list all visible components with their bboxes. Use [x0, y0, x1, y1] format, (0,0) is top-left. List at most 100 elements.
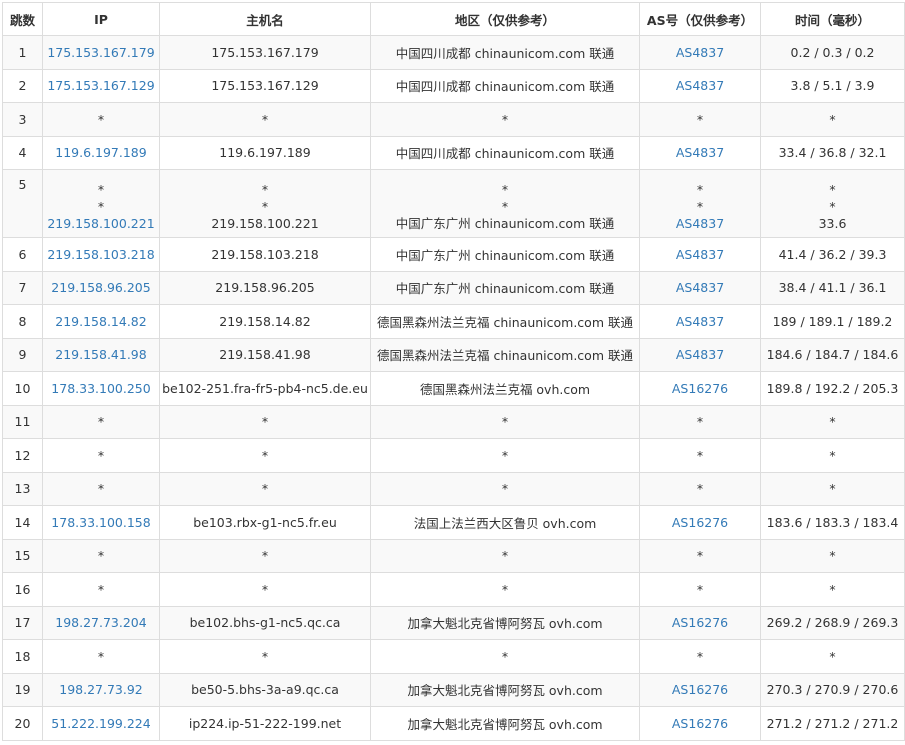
region-text: 德国黑森州法兰克福 chinaunicom.com 联通: [377, 314, 633, 330]
region-text: 中国四川成都 chinaunicom.com 联通: [395, 45, 615, 61]
region-cell: *: [370, 572, 640, 607]
header-as-number: AS号（仅供参考）: [639, 2, 761, 36]
ip-link[interactable]: 219.158.96.205: [51, 280, 150, 295]
as-number-cell: AS4837: [639, 35, 761, 70]
as-number-cell: AS16276: [639, 371, 761, 406]
as-number-cell: AS4837: [639, 270, 761, 305]
hostname-cell: ip224.ip-51-222-199.net: [159, 706, 371, 741]
ip-cell: *: [42, 471, 160, 506]
hostname-text: *: [261, 447, 269, 463]
header-time: 时间（毫秒）: [760, 2, 905, 36]
region-cell: *: [370, 438, 640, 473]
ip-cell: * * 219.158.100.221: [42, 169, 160, 238]
region-text: *: [501, 548, 509, 564]
as-number-cell: AS16276: [639, 505, 761, 540]
as-number-link[interactable]: AS16276: [672, 515, 728, 530]
hop-cell: 18: [2, 639, 43, 674]
hostname-text: *: [261, 648, 269, 664]
time-text: *: [829, 548, 836, 564]
as-number-link[interactable]: AS4837: [676, 314, 724, 329]
ip-link[interactable]: 198.27.73.204: [55, 615, 146, 630]
region-cell: *: [370, 538, 640, 573]
header-ip: IP: [42, 2, 160, 36]
region-text: *: [501, 199, 509, 214]
ip-cell: 178.33.100.158: [42, 505, 160, 540]
ip-link[interactable]: 219.158.14.82: [55, 314, 146, 329]
hop-cell: 17: [2, 605, 43, 640]
ip-link[interactable]: 178.33.100.250: [51, 381, 150, 396]
time-text: *: [829, 581, 836, 597]
as-number-link[interactable]: AS4837: [676, 280, 724, 295]
as-number-text: *: [696, 414, 704, 430]
ip-link[interactable]: 175.153.167.129: [47, 78, 154, 93]
ip-link[interactable]: 219.158.41.98: [55, 347, 146, 362]
header-region: 地区（仅供参考）: [370, 2, 640, 36]
time-cell: 41.4 / 36.2 / 39.3: [760, 237, 905, 272]
ip-link[interactable]: 175.153.167.179: [47, 45, 154, 60]
region-text: *: [501, 581, 509, 597]
as-number-text: *: [696, 182, 704, 197]
time-cell: *: [760, 471, 905, 506]
time-text: 38.4 / 41.1 / 36.1: [778, 280, 887, 296]
as-number-cell: AS16276: [639, 706, 761, 741]
ip-cell: 198.27.73.92: [42, 672, 160, 707]
time-cell: 189.8 / 192.2 / 205.3: [760, 371, 905, 406]
time-text: 189.8 / 192.2 / 205.3: [766, 380, 899, 396]
hostname-text: be50-5.bhs-3a-a9.qc.ca: [191, 682, 339, 698]
as-number-link[interactable]: AS4837: [641, 215, 760, 232]
ip-cell: 219.158.41.98: [42, 337, 160, 372]
time-text: *: [829, 111, 836, 127]
region-text: 中国四川成都 chinaunicom.com 联通: [395, 146, 615, 162]
ip-link[interactable]: 119.6.197.189: [55, 145, 146, 160]
hostname-text: ip224.ip-51-222-199.net: [188, 715, 342, 731]
as-number-link[interactable]: AS4837: [676, 347, 724, 362]
time-cell: 271.2 / 271.2 / 271.2: [760, 706, 905, 741]
as-number-cell: AS4837: [639, 68, 761, 103]
as-number-cell: *: [639, 471, 761, 506]
as-number-link[interactable]: AS16276: [672, 615, 728, 630]
as-number-cell: *: [639, 404, 761, 439]
ip-link[interactable]: 51.222.199.224: [51, 716, 150, 731]
table-row: 1 175.153.167.179 175.153.167.179 中国四川成都 ch…: [2, 35, 905, 70]
hostname-text: *: [261, 581, 269, 597]
table-row: 5 * * 219.158.100.221 * * 219.158.100.221 * * 中国广…: [2, 169, 905, 238]
as-number-cell: AS4837: [639, 304, 761, 339]
ip-link[interactable]: 219.158.103.218: [47, 247, 154, 262]
time-text: 41.4 / 36.2 / 39.3: [778, 246, 887, 262]
hostname-cell: 219.158.103.218: [159, 237, 371, 272]
region-text: *: [501, 447, 509, 463]
time-cell: 33.4 / 36.8 / 32.1: [760, 135, 905, 170]
table-row: 9 219.158.41.98 219.158.41.98 德国黑森州法兰克福 chi…: [2, 337, 905, 372]
ip-cell: *: [42, 102, 160, 137]
time-cell: *: [760, 438, 905, 473]
as-number-link[interactable]: AS16276: [672, 682, 728, 697]
ip-text: *: [97, 111, 105, 127]
table-row: 19 198.27.73.92 be50-5.bhs-3a-a9.qc.ca 加拿大魁…: [2, 672, 905, 707]
region-cell: 加拿大魁北克省博阿努瓦 ovh.com: [370, 672, 640, 707]
as-number-link[interactable]: AS16276: [672, 381, 728, 396]
as-number-link[interactable]: AS4837: [676, 247, 724, 262]
ip-link[interactable]: 198.27.73.92: [59, 682, 143, 697]
as-number-cell: *: [639, 639, 761, 674]
as-number-link[interactable]: AS4837: [676, 78, 724, 93]
region-text: 中国四川成都 chinaunicom.com 联通: [395, 79, 615, 95]
hostname-cell: be50-5.bhs-3a-a9.qc.ca: [159, 672, 371, 707]
region-cell: 中国四川成都 chinaunicom.com 联通: [370, 68, 640, 103]
time-text: *: [829, 182, 836, 197]
hostname-text: be102-251.fra-fr5-pb4-nc5.de.eu: [162, 380, 368, 396]
as-number-cell: AS4837: [639, 237, 761, 272]
time-cell: *: [760, 639, 905, 674]
hostname-text: *: [261, 414, 269, 430]
ip-link[interactable]: 178.33.100.158: [51, 515, 150, 530]
as-number-link[interactable]: AS4837: [676, 145, 724, 160]
hostname-cell: 119.6.197.189: [159, 135, 371, 170]
ip-link[interactable]: 219.158.100.221: [44, 215, 159, 232]
as-number-link[interactable]: AS4837: [676, 45, 724, 60]
time-cell: *: [760, 404, 905, 439]
time-text: *: [829, 199, 836, 214]
hostname-cell: 175.153.167.179: [159, 35, 371, 70]
as-number-link[interactable]: AS16276: [672, 716, 728, 731]
hostname-cell: * * 219.158.100.221: [159, 169, 371, 238]
region-cell: 德国黑森州法兰克福 chinaunicom.com 联通: [370, 337, 640, 372]
as-number-cell: AS16276: [639, 605, 761, 640]
